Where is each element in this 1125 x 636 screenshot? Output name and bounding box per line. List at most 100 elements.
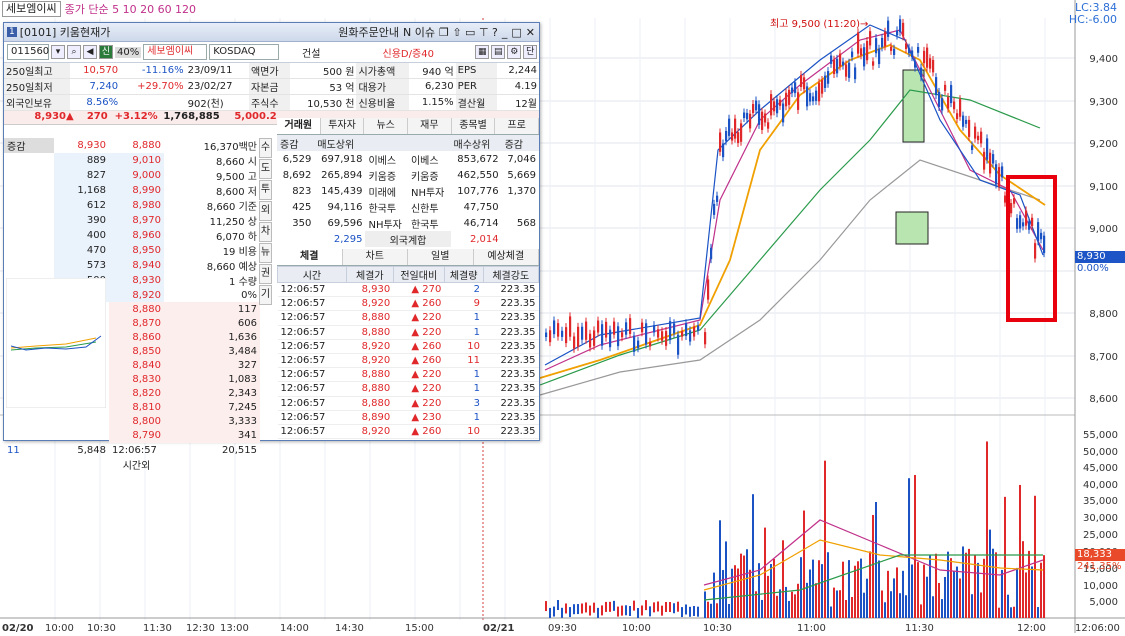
volume-bar — [788, 600, 790, 618]
volume-bar — [908, 478, 910, 618]
candle-body — [677, 334, 680, 355]
candle-body — [785, 92, 788, 107]
tab[interactable]: 재무 — [408, 118, 452, 134]
stock-code-input[interactable]: 011560 — [7, 44, 49, 60]
trade-time: 12:06:57 — [277, 353, 347, 369]
trade-header[interactable]: 전일대비 — [392, 266, 445, 283]
trade-price: 8,930 — [346, 282, 394, 298]
ask-row[interactable]: 827 9,000 9,500 고 — [4, 168, 260, 183]
close-icon[interactable]: ✕ — [526, 26, 535, 39]
tab[interactable]: 거래원 — [277, 118, 321, 134]
vertical-tab[interactable]: 투 — [259, 180, 272, 200]
layout2-icon[interactable]: ▤ — [491, 45, 506, 59]
tab[interactable]: 체결 — [277, 249, 343, 265]
candle-body — [857, 32, 860, 54]
search-icon[interactable]: ⌕ — [67, 45, 81, 59]
stock-name-field[interactable]: 세보엠이씨 — [143, 44, 208, 60]
trade-row: 12:06:57 8,880 ▲ 220 3 223.35 — [277, 396, 539, 411]
volume-bar — [613, 600, 615, 611]
trade-header[interactable]: 시간 — [277, 266, 347, 283]
candle-body — [734, 118, 737, 139]
order-book-window[interactable]: 1 [0101] 키움현재가 원화주문안내 N 이슈 ❐ ⇧ ▭ ⊤ ? _ □… — [3, 22, 540, 472]
vertical-tab[interactable]: 권 — [259, 264, 272, 284]
tab[interactable]: 차트 — [342, 249, 408, 265]
tab[interactable]: 프로 — [495, 118, 540, 134]
tab[interactable]: 종목별 — [451, 118, 496, 134]
volume-bar — [926, 576, 928, 618]
candle-body — [673, 323, 676, 334]
order-guide-link[interactable]: 원화주문안내 — [338, 24, 399, 40]
minimize-icon[interactable]: _ — [502, 26, 508, 39]
volume-bar — [890, 591, 892, 618]
candle-body — [737, 132, 740, 144]
gear-icon[interactable]: ⚙ — [507, 45, 522, 59]
tab[interactable]: 뉴스 — [364, 118, 409, 134]
trade-tabs[interactable]: 체결 차트 일별 예상체결 — [277, 249, 539, 266]
ask-row[interactable]: 889 9,010 8,660 시 — [4, 153, 260, 168]
layout-icon[interactable]: ▦ — [475, 45, 490, 59]
broker-row[interactable]: 8,692 265,894 키움증 키움증 462,550 5,669 — [277, 167, 539, 183]
window-titlebar[interactable]: 1 [0101] 키움현재가 원화주문안내 N 이슈 ❐ ⇧ ▭ ⊤ ? _ □… — [4, 23, 539, 42]
volume-bar — [677, 601, 679, 612]
after-hours-label[interactable]: 시간외 — [109, 457, 164, 472]
window-number: 1 — [7, 27, 17, 37]
volume-bar — [637, 607, 639, 618]
toolbar-icons[interactable]: ❐ ⇧ ▭ ⊤ ? — [439, 26, 498, 39]
vertical-tab[interactable]: 외 — [259, 201, 272, 221]
maximize-icon[interactable]: □ — [511, 26, 521, 39]
broker-row[interactable]: 823 145,439 미래에 NH투자 107,776 1,370 — [277, 183, 539, 199]
trade-change: ▲ 220 — [393, 367, 445, 383]
dropdown-icon[interactable]: ▾ — [51, 45, 65, 59]
volume-bar — [992, 548, 994, 618]
candle-body — [956, 113, 959, 120]
tab[interactable]: 투자자 — [320, 118, 365, 134]
ask-row[interactable]: 400 8,960 6,070 하 — [4, 228, 260, 243]
candle-body — [681, 331, 684, 337]
new-icon[interactable]: 신 — [99, 45, 113, 59]
tab[interactable]: 일별 — [408, 249, 474, 265]
vertical-tab[interactable]: 차 — [259, 222, 272, 242]
broker-tabs[interactable]: 거래원 투자자 뉴스 재무 종목별 프로 — [277, 118, 540, 135]
vertical-tab[interactable]: 도 — [259, 159, 272, 179]
ask-change — [4, 183, 54, 198]
trade-header[interactable]: 체결강도 — [482, 266, 540, 283]
window-toolbar: 011560 ▾ ⌕ ◀ 신 40% 세보엠이씨 KOSDAQ 건설 신용D/증… — [4, 42, 539, 63]
ask-row[interactable]: 470 8,950 19 비용 — [4, 243, 260, 258]
volume-bar — [848, 560, 850, 618]
volume-bar — [681, 607, 683, 618]
speaker-icon[interactable]: ◀ — [83, 45, 97, 59]
stock-name-box[interactable]: 세보엠이씨 — [2, 1, 61, 17]
info-cell: 자본금 — [248, 78, 290, 95]
ask-qty: 827 — [54, 168, 109, 183]
ask-row[interactable]: 1,168 8,990 8,600 저 — [4, 183, 260, 198]
trade-header[interactable]: 체결량 — [443, 266, 484, 283]
highlight-box-chart — [1006, 175, 1057, 322]
time-axis-label: 14:30 — [335, 623, 364, 633]
trade-header[interactable]: 체결가 — [345, 266, 394, 283]
vertical-tab[interactable]: 뉴 — [259, 243, 272, 263]
tab[interactable]: 예상체결 — [473, 249, 539, 265]
issue-link[interactable]: N 이슈 — [403, 24, 435, 40]
ask-qty: 1,168 — [54, 183, 109, 198]
time-axis-label: 13:00 — [220, 623, 249, 633]
broker-row[interactable]: 350 69,596 NH투자 한국투 46,714 568 — [277, 215, 539, 231]
broker-buy-name: 키움증 — [410, 171, 439, 183]
bid-row[interactable]: 8,790 341 — [4, 428, 260, 444]
single-button[interactable]: 단 — [523, 45, 538, 59]
candle-body — [549, 330, 552, 343]
ask-row[interactable]: 612 8,980 8,660 기준 — [4, 198, 260, 213]
ask-row[interactable]: 573 8,940 8,660 예상 — [4, 258, 260, 273]
bid-row[interactable]: 8,800 3,333 — [4, 414, 260, 429]
vertical-tab[interactable]: 기 — [259, 285, 272, 305]
bid-price: 8,800 — [109, 414, 164, 429]
broker-row[interactable]: 6,529 697,918 이베스 이베스 853,672 7,046 — [277, 151, 539, 167]
volume-axis-label: 5,000 — [1089, 597, 1118, 608]
broker-row[interactable]: 425 94,116 한국투 신한투 47,750 — [277, 199, 539, 215]
vertical-tabs[interactable]: 수도투외차뉴권기 — [259, 138, 272, 306]
ask-change — [4, 213, 54, 228]
volume-bar — [899, 593, 901, 618]
volume-bar — [617, 606, 619, 617]
volume-bar — [938, 582, 940, 618]
vertical-tab[interactable]: 수 — [259, 138, 272, 158]
ask-row[interactable]: 390 8,970 11,250 상 — [4, 213, 260, 228]
